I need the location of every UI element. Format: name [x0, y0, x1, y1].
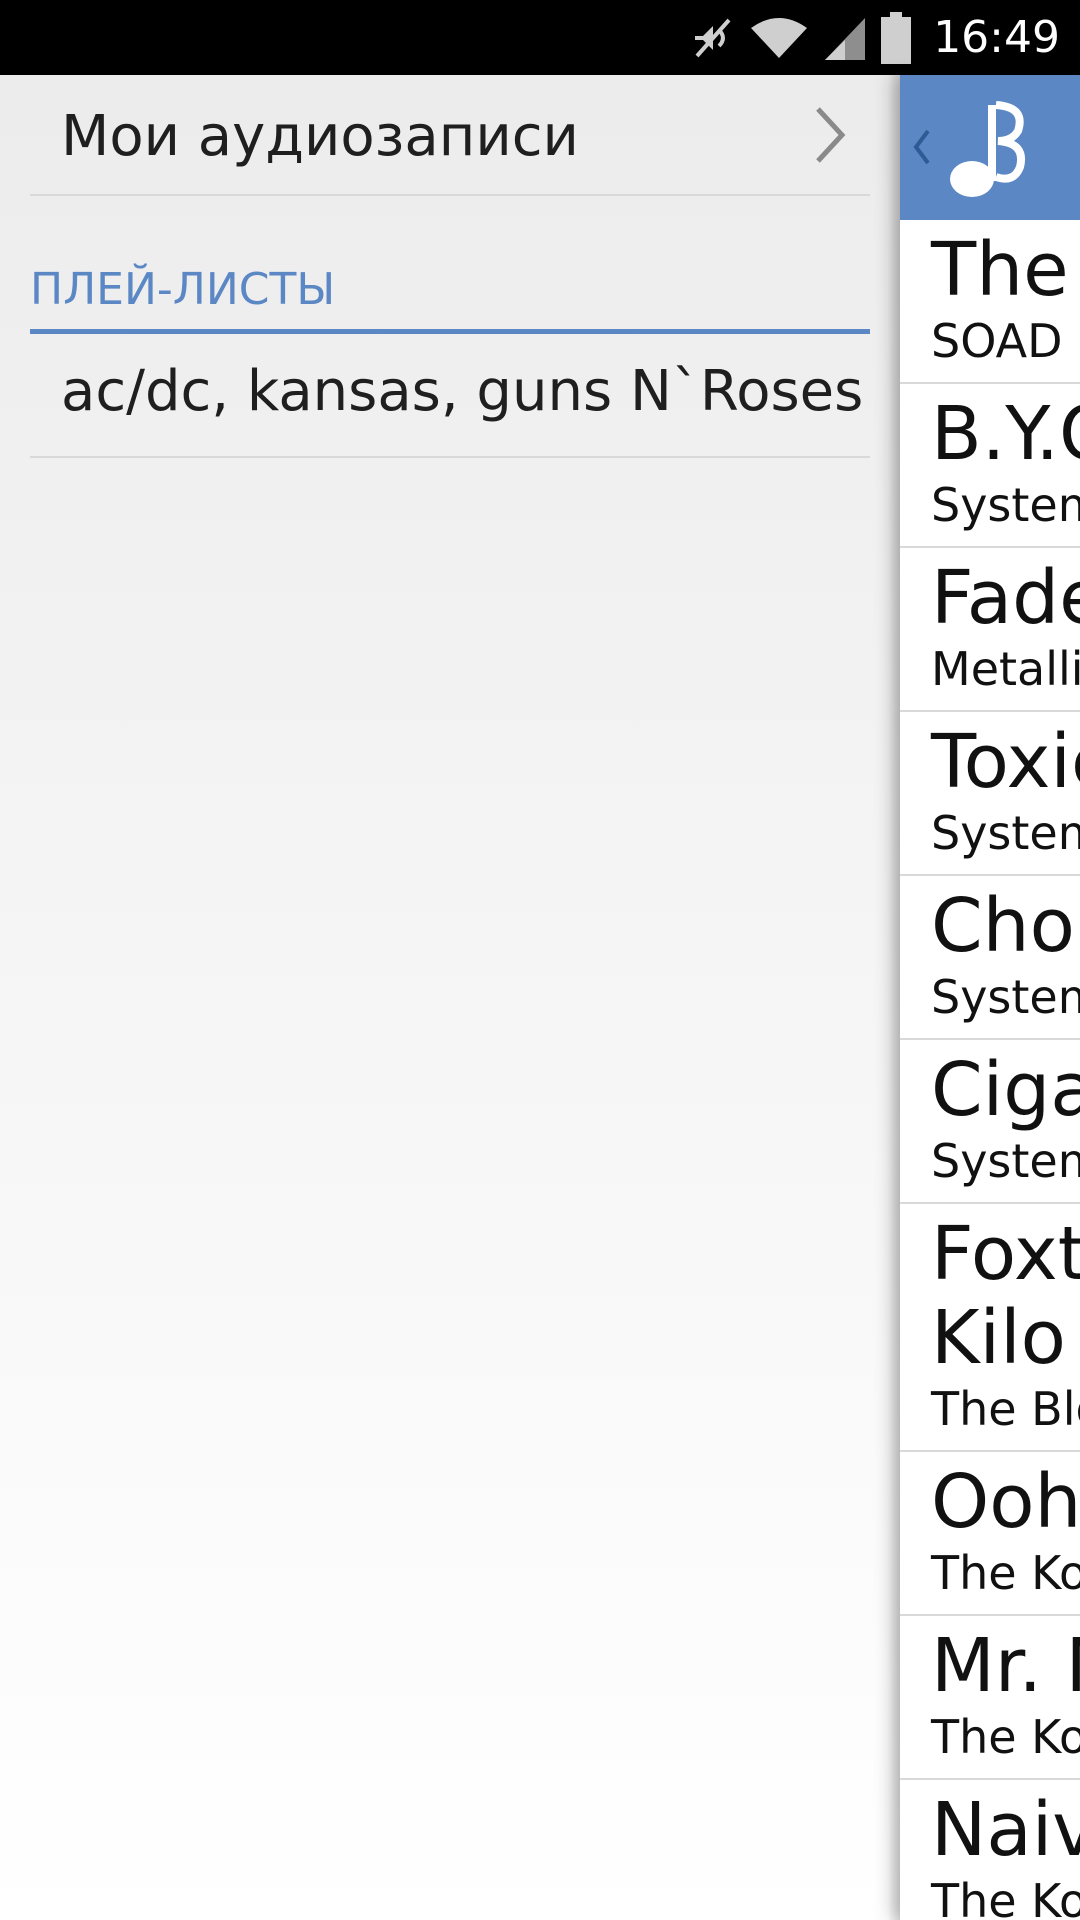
track-row[interactable]: Cigar System	[900, 1040, 1080, 1204]
track-artist: Metallic	[931, 642, 1080, 696]
track-artist: The Blo	[931, 1382, 1080, 1436]
track-title: Mr. N	[931, 1623, 1080, 1709]
track-row[interactable]: Mr. N The Ko	[900, 1616, 1080, 1780]
track-artist: System	[931, 478, 1080, 532]
music-note-logo-icon[interactable]	[948, 95, 1028, 201]
track-artist: The Ko	[931, 1546, 1080, 1600]
navigation-drawer: Мои аудиозаписи ПЛЕЙ-ЛИСТЫ ac/dc, kansas…	[0, 75, 900, 1920]
panel-shadow	[888, 75, 900, 1920]
track-artist: The Ko	[931, 1874, 1080, 1920]
track-title: The I	[931, 227, 1080, 313]
chevron-left-icon[interactable]	[912, 127, 932, 167]
chevron-right-icon	[812, 105, 848, 165]
track-row[interactable]: Chop System	[900, 876, 1080, 1040]
track-artist: System	[931, 1134, 1080, 1188]
track-artist: System	[931, 806, 1080, 860]
track-artist: The Ko	[931, 1710, 1080, 1764]
track-title: Naive	[931, 1787, 1080, 1873]
signal-icon	[823, 14, 867, 62]
track-row[interactable]: Naive The Ko	[900, 1780, 1080, 1920]
track-artist: SOAD	[931, 314, 1063, 368]
status-time: 16:49	[933, 12, 1060, 63]
main-panel: The I SOAD B.Y.O System Fade Metallic To…	[900, 75, 1080, 1920]
track-title: Toxic	[931, 719, 1080, 805]
track-row[interactable]: Fade Metallic	[900, 548, 1080, 712]
playlist-label: ac/dc, kansas, guns N`Roses	[61, 359, 864, 424]
wifi-icon	[749, 14, 809, 62]
my-audio-label: Мои аудиозаписи	[61, 104, 579, 169]
screen: 16:49 Мои аудиозаписи ПЛЕЙ-ЛИСТЫ ac/dc, …	[0, 0, 1080, 1920]
track-title: Ooh	[931, 1459, 1080, 1545]
status-bar: 16:49	[0, 0, 1080, 75]
action-bar	[900, 75, 1080, 220]
track-title: B.Y.O	[931, 391, 1080, 477]
track-artist: System	[931, 970, 1080, 1024]
playlist-item[interactable]: ac/dc, kansas, guns N`Roses	[30, 334, 870, 458]
track-title: Fade	[931, 555, 1080, 641]
my-audio-item[interactable]: Мои аудиозаписи	[30, 75, 870, 196]
track-row[interactable]: Ooh The Ko	[900, 1452, 1080, 1616]
battery-icon	[881, 11, 912, 64]
track-row[interactable]: Toxic System	[900, 712, 1080, 876]
playlists-section-title: ПЛЕЙ-ЛИСТЫ	[30, 264, 336, 315]
track-title: Cigar	[931, 1047, 1080, 1133]
track-row[interactable]: B.Y.O System	[900, 384, 1080, 548]
mute-icon	[691, 14, 735, 62]
track-title: Foxtr	[931, 1211, 1080, 1297]
track-title-line2: Kilo	[931, 1295, 1066, 1381]
playlists-section-header: ПЛЕЙ-ЛИСТЫ	[30, 260, 870, 334]
track-list: The I SOAD B.Y.O System Fade Metallic To…	[900, 220, 1080, 1920]
track-row[interactable]: Foxtr Kilo The Blo	[900, 1204, 1080, 1452]
track-title: Chop	[931, 883, 1080, 969]
track-row[interactable]: The I SOAD	[900, 220, 1080, 384]
status-icons: 16:49	[691, 0, 1060, 75]
